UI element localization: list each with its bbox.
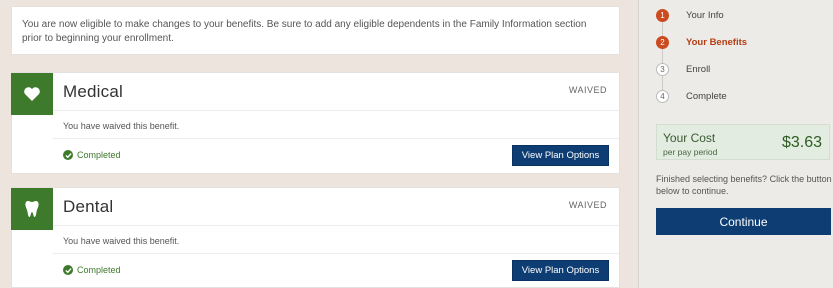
step-enroll: 3 Enroll [656,63,710,76]
divider [53,225,619,226]
completed-status: Completed [63,265,121,275]
step-your-info[interactable]: 1 Your Info [656,9,724,22]
continue-button[interactable]: Continue [656,208,831,235]
benefit-message: You have waived this benefit. [63,121,180,131]
view-plan-options-button[interactable]: View Plan Options [512,260,609,281]
step-number: 4 [656,90,669,103]
view-plan-options-button[interactable]: View Plan Options [512,145,609,166]
step-label: Complete [686,91,727,102]
finished-instructions: Finished selecting benefits? Click the b… [656,174,832,196]
cost-sublabel: per pay period [663,147,718,157]
divider [53,110,619,111]
check-circle-icon [63,150,73,160]
benefit-title: Medical [63,82,123,101]
step-label: Enroll [686,64,711,75]
benefit-status: WAIVED [568,200,607,210]
benefit-card-medical: Medical WAIVED You have waived this bene… [11,72,620,174]
benefit-title: Dental [63,197,114,216]
step-complete: 4 Complete [656,90,727,103]
benefit-card-dental: Dental WAIVED You have waived this benef… [11,187,620,288]
step-your-benefits[interactable]: 2 Your Benefits [656,36,747,49]
check-circle-icon [63,265,73,275]
step-number: 1 [656,9,669,22]
heart-icon [11,73,53,115]
divider [53,253,619,254]
divider [53,138,619,139]
step-label: Your Benefits [686,37,748,48]
step-label: Your Info [686,10,724,21]
completed-status: Completed [63,150,121,160]
notice-text: You are now eligible to make changes to … [22,19,587,44]
benefit-status: WAIVED [568,85,607,95]
completed-label: Completed [77,265,121,275]
enrollment-sidebar: 1 Your Info 2 Your Benefits 3 Enroll 4 C… [638,0,833,288]
step-number: 3 [656,63,669,76]
step-number: 2 [656,36,669,49]
cost-amount: $3.63 [781,134,822,151]
cost-label: Your Cost [663,131,716,145]
benefit-message: You have waived this benefit. [63,236,180,246]
tooth-icon [11,188,53,230]
cost-summary: Your Cost per pay period $3.63 [656,124,830,160]
completed-label: Completed [77,150,121,160]
eligibility-notice: You are now eligible to make changes to … [11,6,620,55]
progress-line [662,12,663,98]
